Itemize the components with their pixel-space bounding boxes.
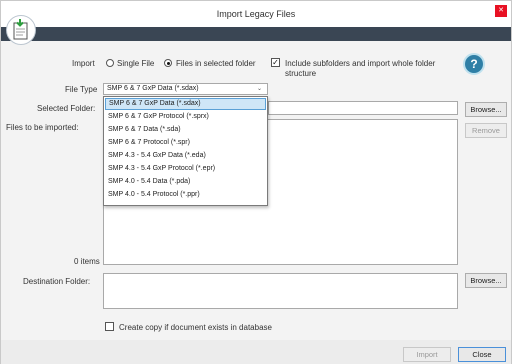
- file-type-label: File Type: [65, 85, 98, 94]
- files-in-folder-label[interactable]: Files in selected folder: [176, 59, 256, 68]
- file-type-option[interactable]: SMP 6 & 7 GxP Data (*.sdax): [105, 98, 266, 110]
- file-type-dropdown-list: SMP 6 & 7 GxP Data (*.sdax) SMP 6 & 7 Gx…: [103, 96, 268, 206]
- create-copy-checkbox[interactable]: [105, 322, 114, 331]
- file-type-option[interactable]: SMP 4.3 - 5.4 GxP Protocol (*.epr): [105, 163, 266, 175]
- item-count: 0 items: [74, 257, 100, 266]
- file-type-option[interactable]: SMP 4.0 - 5.4 Protocol (*.ppr): [105, 189, 266, 201]
- selected-folder-label: Selected Folder:: [37, 104, 96, 113]
- create-copy-label[interactable]: Create copy if document exists in databa…: [119, 323, 272, 332]
- include-subfolders-label-cont[interactable]: structure: [285, 69, 316, 78]
- file-type-option[interactable]: SMP 6 & 7 Protocol (*.spr): [105, 137, 266, 149]
- selected-folder-input[interactable]: [268, 101, 458, 115]
- selected-folder-browse-button[interactable]: Browse...: [465, 102, 507, 117]
- help-icon[interactable]: ?: [463, 53, 485, 75]
- import-button[interactable]: Import: [403, 347, 451, 362]
- file-type-option[interactable]: SMP 4.3 - 5.4 GxP Data (*.eda): [105, 150, 266, 162]
- import-label: Import: [72, 59, 95, 68]
- window-title: Import Legacy Files: [216, 9, 296, 19]
- close-button[interactable]: Close: [458, 347, 506, 362]
- include-subfolders-checkbox[interactable]: ✓: [271, 58, 280, 67]
- destination-folder-input[interactable]: [103, 273, 458, 309]
- files-in-folder-radio[interactable]: [164, 59, 172, 67]
- header-band: [1, 27, 511, 41]
- import-legacy-files-dialog: Import Legacy Files ✕ Import Single File…: [0, 0, 512, 364]
- chevron-down-icon: ⌄: [256, 86, 262, 92]
- file-type-option[interactable]: SMP 4.0 - 5.4 Data (*.pda): [105, 176, 266, 188]
- file-type-value: SMP 6 & 7 GxP Data (*.sdax): [107, 85, 199, 92]
- destination-browse-button[interactable]: Browse...: [465, 273, 507, 288]
- include-subfolders-label[interactable]: Include subfolders and import whole fold…: [285, 59, 435, 68]
- file-type-select[interactable]: SMP 6 & 7 GxP Data (*.sdax) ⌄: [103, 83, 268, 95]
- document-import-icon: [6, 15, 36, 45]
- file-type-option[interactable]: SMP 6 & 7 GxP Protocol (*.sprx): [105, 111, 266, 123]
- file-type-option[interactable]: SMP 6 & 7 Data (*.sda): [105, 124, 266, 136]
- title-bar: Import Legacy Files ✕: [1, 1, 511, 27]
- close-icon[interactable]: ✕: [495, 5, 507, 17]
- remove-button[interactable]: Remove: [465, 123, 507, 138]
- destination-folder-label: Destination Folder:: [23, 277, 91, 286]
- single-file-radio[interactable]: [106, 59, 114, 67]
- single-file-label[interactable]: Single File: [117, 59, 154, 68]
- files-to-import-label: Files to be imported:: [6, 123, 79, 132]
